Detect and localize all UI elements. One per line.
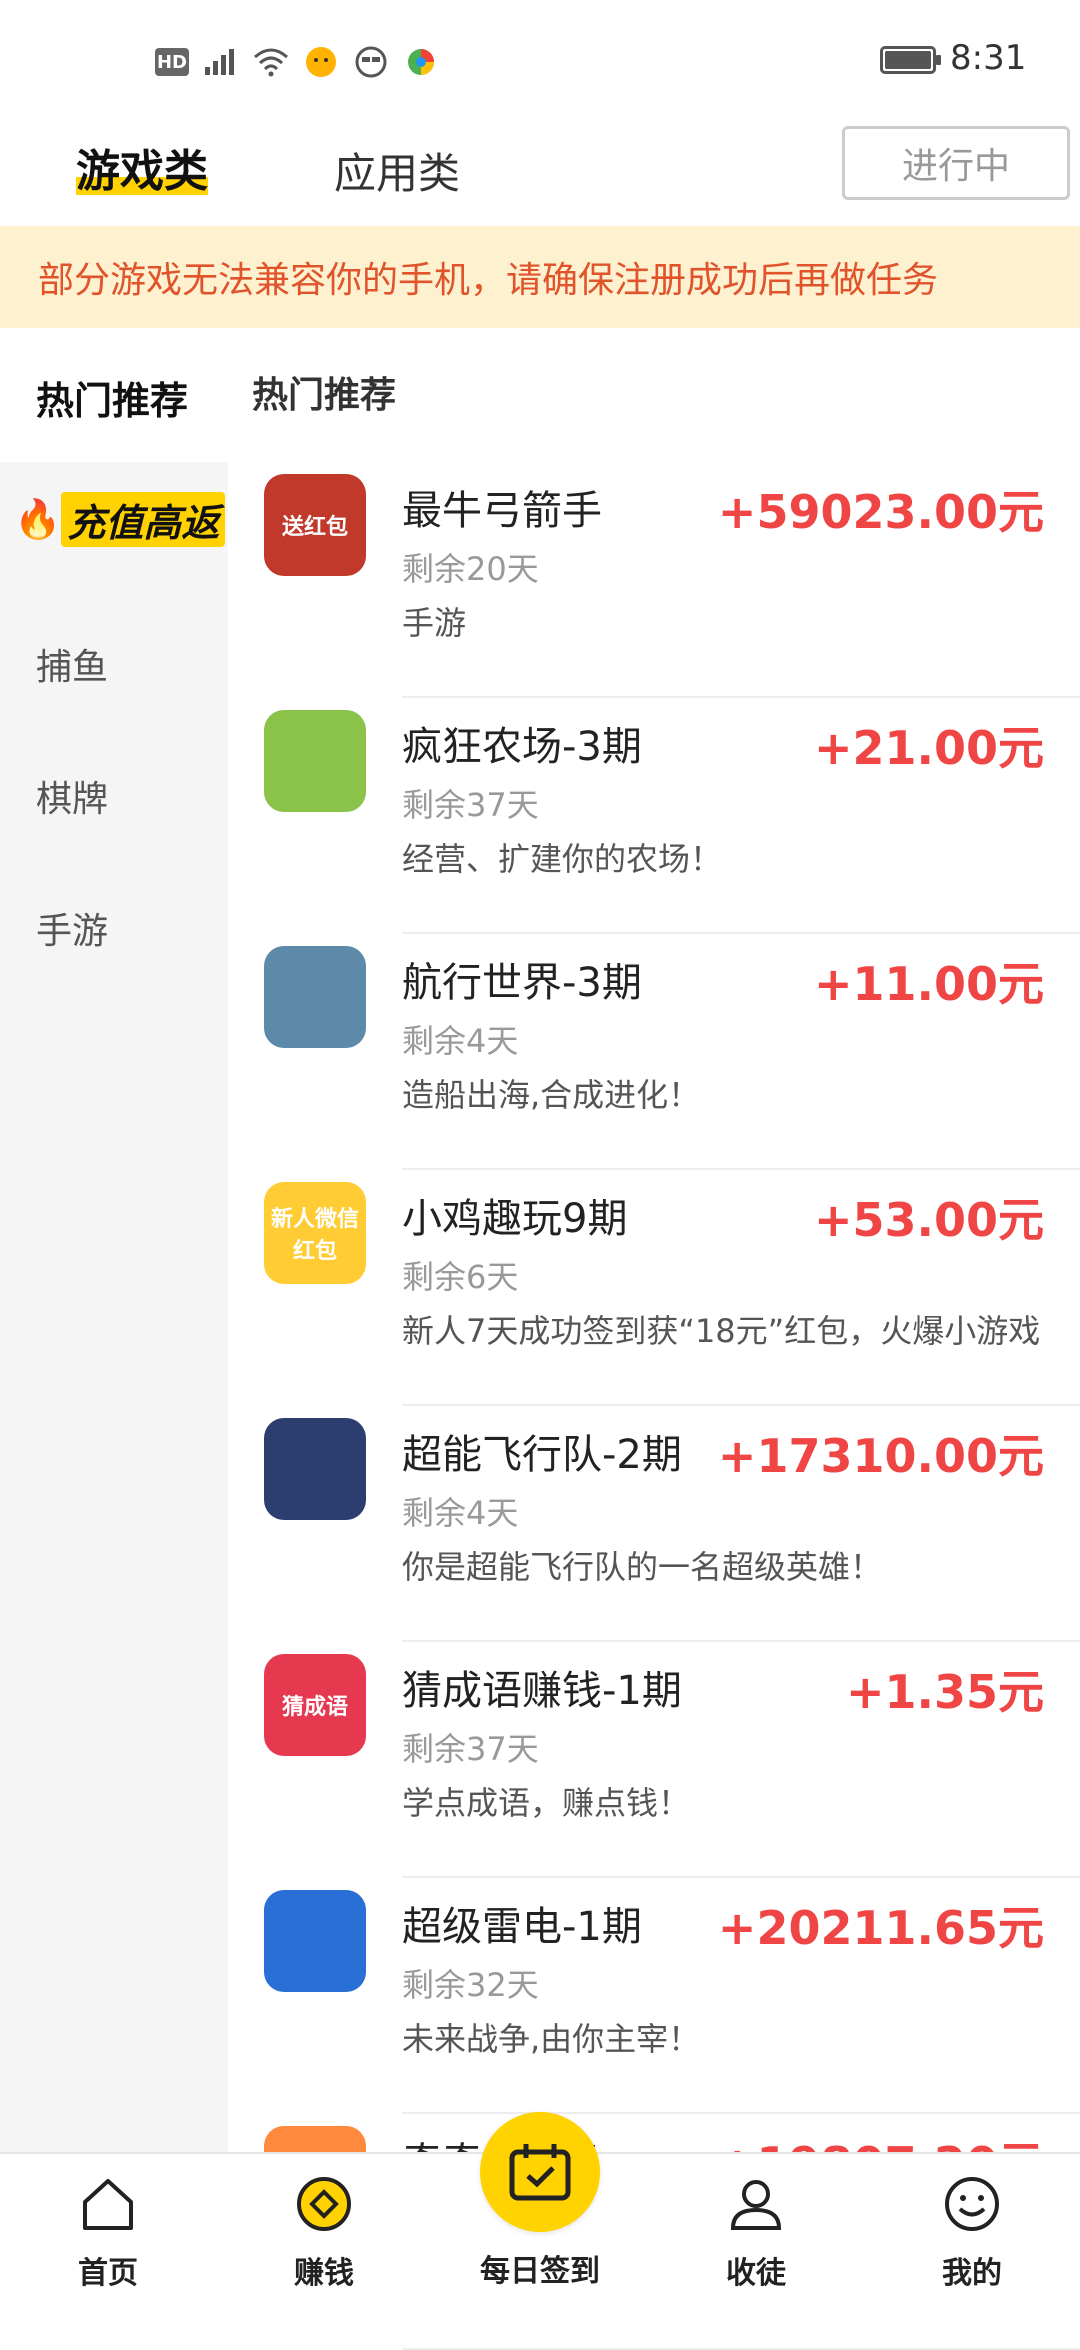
- task-name: 猜成语赚钱-1期: [402, 1668, 682, 1714]
- task-description: 经营、扩建你的农场！: [402, 840, 723, 878]
- task-description: 学点成语，赚点钱！: [402, 1784, 691, 1822]
- nav-home[interactable]: 首页: [28, 2176, 188, 2292]
- task-name: 疯狂农场-3期: [402, 724, 642, 770]
- section-title: 热门推荐: [252, 375, 397, 416]
- list-item[interactable]: 送红包 最牛弓箭手 +59023.00元剩余20天手游: [228, 462, 1080, 698]
- task-reward: +21.00元: [813, 721, 1044, 775]
- task-description: 你是超能飞行队的一名超级英雄！: [402, 1548, 883, 1586]
- task-name: 小鸡趣玩9期: [402, 1196, 628, 1242]
- home-icon: [83, 2179, 133, 2230]
- task-remaining-days: 剩余37天: [402, 1730, 539, 1768]
- list-item[interactable]: 新人微信红包 小鸡趣玩9期 +53.00元剩余6天新人7天成功签到获“18元”红包，…: [228, 1170, 1080, 1406]
- checkin-button[interactable]: [480, 2112, 600, 2232]
- list-item[interactable]: 航行世界-3期 +11.00元剩余4天造船出海,合成进化！: [228, 934, 1080, 1170]
- nav-disciples-label: 收徒: [726, 2256, 786, 2291]
- promo-label: 充值高返: [61, 492, 226, 547]
- task-name: 超级雷电-1期: [402, 1904, 642, 1950]
- nav-checkin[interactable]: 每日签到: [460, 2246, 620, 2290]
- calendar-check-icon: [509, 2144, 571, 2201]
- task-reward: +1.35元: [845, 1665, 1044, 1719]
- task-remaining-days: 剩余37天: [402, 786, 539, 824]
- signal-icon: [203, 44, 239, 80]
- task-remaining-days: 剩余32天: [402, 1966, 539, 2004]
- nav-mine[interactable]: 我的: [892, 2176, 1052, 2292]
- nav-disciples[interactable]: 收徒: [676, 2176, 836, 2292]
- task-name: 超能飞行队-2期: [402, 1432, 682, 1478]
- app-icon: [264, 1890, 366, 1992]
- task-list: 送红包 最牛弓箭手 +59023.00元 剩余20天 手游 疯狂农场-3期 +21.00元剩…: [228, 462, 1080, 2350]
- tab-app[interactable]: 应用类: [334, 140, 460, 201]
- hd-icon: HD: [155, 48, 189, 76]
- category-sidebar: 🔥 充值高返 捕鱼 棋牌 手游: [0, 462, 228, 2152]
- list-item[interactable]: 疯狂农场-3期 +21.00元剩余37天经营、扩建你的农场！: [228, 698, 1080, 934]
- compatibility-notice: 部分游戏无法兼容你的手机，请确保注册成功后再做任务: [0, 226, 1080, 328]
- nav-earn-label: 赚钱: [294, 2256, 354, 2291]
- task-remaining-days: 剩余6天: [402, 1258, 519, 1296]
- sidebar-item-fishing[interactable]: 捕鱼: [36, 638, 108, 690]
- fire-icon: 🔥: [14, 497, 62, 541]
- browser-notification-icon: [403, 44, 439, 80]
- list-item[interactable]: 猜成语 猜成语赚钱-1期 +1.35元剩余37天学点成语，赚点钱！: [228, 1642, 1080, 1878]
- sidebar-category-hot[interactable]: 热门推荐: [36, 370, 188, 425]
- nav-earn[interactable]: 赚钱: [244, 2176, 404, 2292]
- smiley-icon: [945, 2177, 999, 2231]
- list-item[interactable]: 超能飞行队-2期 +17310.00元剩余4天你是超能飞行队的一名超级英雄！: [228, 1406, 1080, 1642]
- list-item[interactable]: 超级雷电-1期 +20211.65元剩余32天未来战争,由你主宰！: [228, 1878, 1080, 2114]
- task-reward: +59023.00元: [717, 485, 1044, 539]
- app-icon: [264, 710, 366, 812]
- wifi-icon: [253, 44, 289, 80]
- task-description: 手游: [402, 604, 467, 642]
- task-remaining-days: 剩余4天: [402, 1022, 519, 1060]
- status-icons: HD: [155, 40, 439, 84]
- task-reward: +53.00元: [813, 1193, 1044, 1247]
- app-icon: [264, 946, 366, 1048]
- app-icon: [264, 1418, 366, 1520]
- task-name: 最牛弓箭手: [402, 488, 602, 534]
- app-notification-icon: [303, 44, 339, 80]
- status-bar: HD 8:31: [0, 0, 1080, 120]
- face-notification-icon: [353, 44, 389, 80]
- task-remaining-days: 剩余4天: [402, 1494, 519, 1532]
- in-progress-button[interactable]: 进行中: [842, 126, 1070, 200]
- user-icon: [730, 2180, 782, 2230]
- task-description: 造船出海,合成进化！: [402, 1076, 701, 1114]
- app-icon: 猜成语: [264, 1654, 366, 1756]
- tab-game-label: 游戏类: [76, 146, 208, 197]
- sidebar-item-promo[interactable]: 🔥 充值高返: [14, 492, 226, 547]
- nav-home-label: 首页: [78, 2256, 138, 2291]
- nav-checkin-label: 每日签到: [480, 2254, 600, 2289]
- app-icon: 送红包: [264, 474, 366, 576]
- coin-icon: [297, 2177, 351, 2231]
- app-icon: 新人微信红包: [264, 1182, 366, 1284]
- battery-icon: [880, 46, 941, 74]
- sidebar-item-mobile-games[interactable]: 手游: [36, 902, 108, 954]
- task-description: 未来战争,由你主宰！: [402, 2020, 701, 2058]
- nav-mine-label: 我的: [942, 2256, 1002, 2291]
- status-time: 8:31: [950, 38, 1027, 78]
- task-reward: +17310.00元: [717, 1429, 1044, 1483]
- task-description: 新人7天成功签到获“18元”红包，火爆小游戏: [402, 1312, 1041, 1350]
- task-reward: +11.00元: [813, 957, 1044, 1011]
- tab-game[interactable]: 游戏类: [76, 135, 208, 199]
- task-name: 航行世界-3期: [402, 960, 642, 1006]
- sidebar-item-cards[interactable]: 棋牌: [36, 770, 108, 822]
- task-remaining-days: 剩余20天: [402, 550, 539, 588]
- task-reward: +20211.65元: [717, 1901, 1044, 1955]
